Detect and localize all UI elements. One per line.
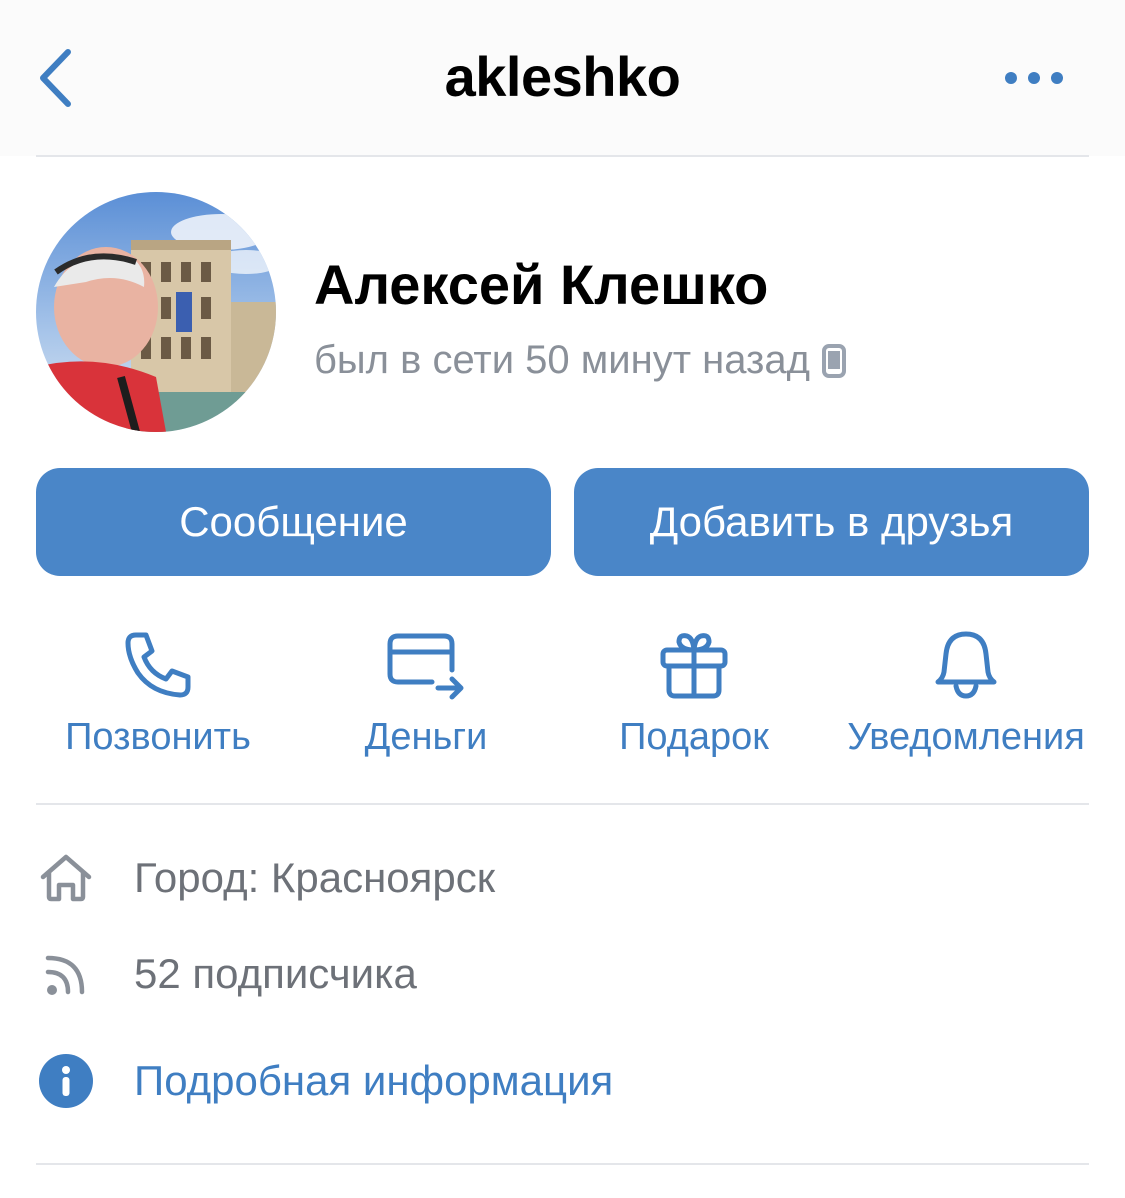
info-icon xyxy=(36,1053,96,1109)
header-divider xyxy=(36,155,1089,157)
bell-icon xyxy=(932,620,1000,710)
mobile-phone-icon xyxy=(821,343,846,378)
action-call[interactable]: Позвонить xyxy=(28,620,288,770)
avatar[interactable] xyxy=(36,192,276,432)
more-horizontal-icon xyxy=(1005,72,1063,84)
action-gift[interactable]: Подарок xyxy=(564,620,824,770)
details-link[interactable]: Подробная информация xyxy=(134,1057,613,1105)
rss-icon xyxy=(36,950,96,998)
action-notifications[interactable]: Уведомления xyxy=(836,620,1096,770)
action-gift-label: Подарок xyxy=(619,716,769,758)
online-status: был в сети 50 минут назад xyxy=(314,338,846,383)
online-status-text: был в сети 50 минут назад xyxy=(314,338,810,382)
nav-header: akleshko xyxy=(0,0,1125,156)
avatar-photo xyxy=(36,192,276,432)
followers-text: 52 подписчика xyxy=(134,950,417,997)
bottom-divider xyxy=(36,1163,1089,1165)
city-row: Город: Красноярск xyxy=(36,838,1089,918)
gift-icon xyxy=(659,620,729,710)
followers-row[interactable]: 52 подписчика xyxy=(36,934,1089,1014)
actions-divider xyxy=(36,803,1089,805)
action-money-label: Деньги xyxy=(364,716,488,758)
money-transfer-icon xyxy=(386,620,466,710)
action-money[interactable]: Деньги xyxy=(296,620,556,770)
action-call-label: Позвонить xyxy=(65,716,251,758)
city-text: Город: Красноярск xyxy=(134,854,496,901)
more-button[interactable] xyxy=(998,58,1070,98)
profile-name: Алексей Клешко xyxy=(314,253,769,316)
phone-icon xyxy=(122,620,194,710)
profile-page: akleshko Алексей Клешко был в сети 50 ми… xyxy=(0,0,1125,1198)
details-row[interactable]: Подробная информация xyxy=(36,1041,1089,1121)
home-icon xyxy=(36,853,96,903)
action-notifications-label: Уведомления xyxy=(847,716,1085,758)
add-friend-button[interactable]: Добавить в друзья xyxy=(574,468,1089,576)
message-button[interactable]: Сообщение xyxy=(36,468,551,576)
page-title: akleshko xyxy=(444,45,681,108)
